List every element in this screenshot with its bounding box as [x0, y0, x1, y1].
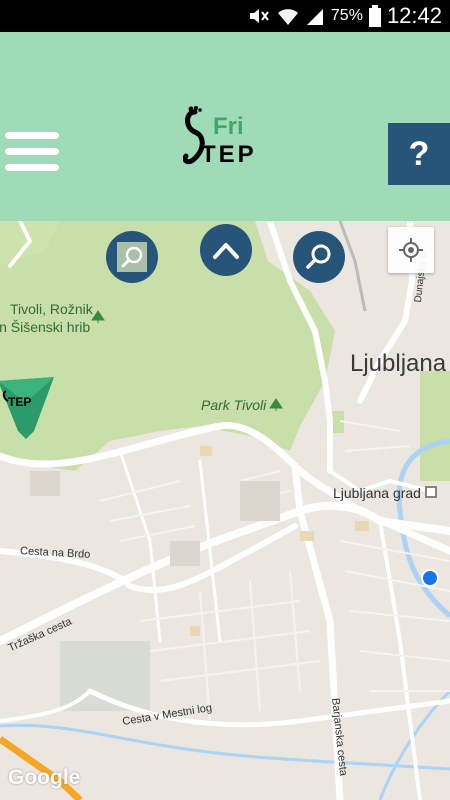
label-park-tivoli: Park Tivoli: [201, 397, 267, 413]
magnifier-icon: [121, 246, 143, 268]
mute-icon: [249, 9, 269, 23]
status-bar: 75% 12:42: [0, 0, 450, 32]
app-header: Fri TEP ?: [0, 32, 450, 221]
logo-bottom-text: TEP: [201, 141, 257, 166]
help-label: ?: [408, 134, 430, 173]
collapse-button[interactable]: [200, 224, 252, 276]
status-icons: 75% 12:42: [247, 3, 442, 28]
battery-icon: [368, 5, 381, 27]
crosshair-icon: [399, 238, 423, 262]
current-location-dot: [423, 571, 437, 585]
label-ljubljana-grad: Ljubljana grad: [333, 485, 421, 501]
label-tivoli-line1: Tivoli, Rožnik: [10, 301, 93, 317]
signal-icon: [306, 9, 323, 25]
fristep-logo: Fri TEP: [182, 106, 273, 168]
battery-percent: 75%: [330, 7, 363, 24]
my-location-button[interactable]: [388, 227, 434, 273]
hamburger-menu-icon[interactable]: [5, 132, 59, 176]
map-view[interactable]: Tivoli, Rožnik in Šišenski hrib Park Tiv…: [0, 221, 450, 800]
fristep-map-marker[interactable]: TEP: [0, 375, 54, 441]
chevron-up-icon: [213, 243, 239, 259]
search-area-button[interactable]: [106, 231, 158, 283]
clock: 12:42: [386, 3, 442, 28]
label-ljubljana: Ljubljana: [350, 350, 447, 377]
logo-top-text: Fri: [213, 113, 244, 140]
google-watermark: Google: [8, 766, 81, 789]
help-button[interactable]: ?: [388, 123, 450, 185]
marker-text: TEP: [8, 395, 31, 409]
magnifier-icon: [306, 244, 331, 269]
search-button[interactable]: [293, 231, 345, 283]
wifi-icon: [277, 9, 298, 25]
label-tivoli-line2: in Šišenski hrib: [0, 319, 91, 335]
